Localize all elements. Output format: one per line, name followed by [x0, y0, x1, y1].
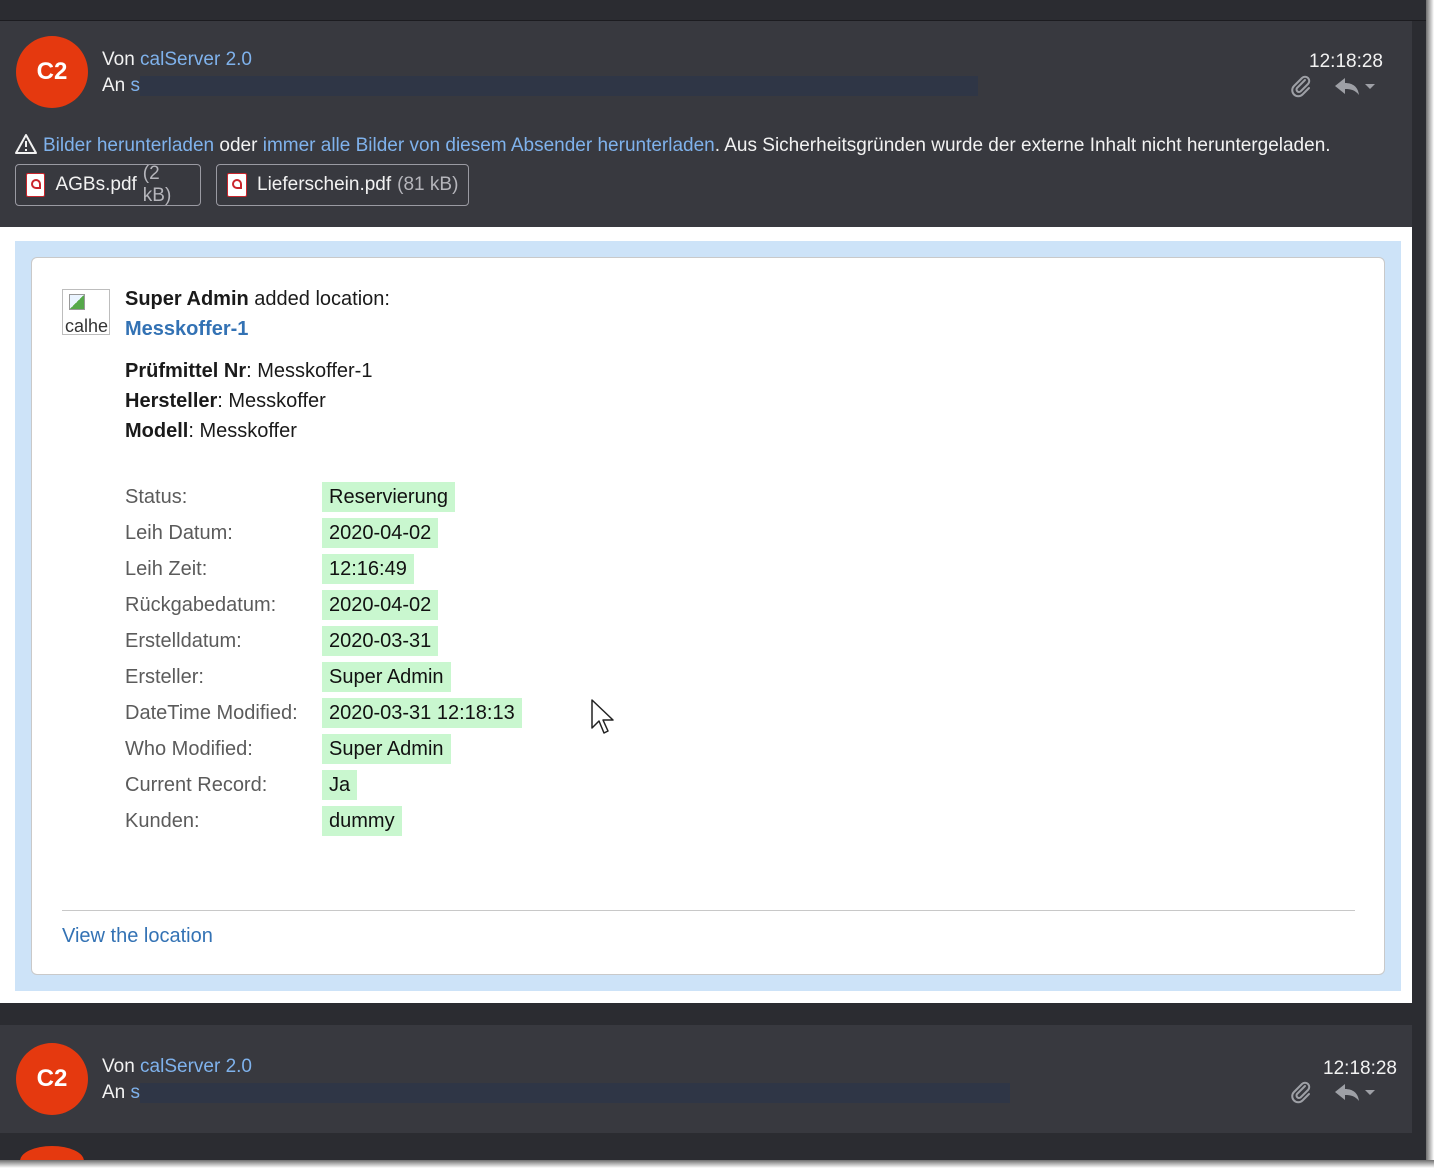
actor-name: Super Admin — [125, 288, 249, 310]
reply-icon — [1335, 1084, 1375, 1101]
to-line: An s — [102, 73, 979, 99]
row-label: Who Modified: — [125, 738, 253, 760]
location-title: Messkoffer-1 — [125, 318, 248, 341]
from-name-link[interactable]: calServer 2.0 — [140, 49, 252, 70]
reply-menu-button[interactable] — [1333, 1079, 1379, 1105]
attachment-name: Lieferschein.pdf — [257, 174, 392, 195]
row-label: Erstelldatum: — [125, 630, 242, 652]
sender-avatar: C2 — [16, 36, 88, 108]
row-value: Ja — [322, 770, 358, 800]
broken-logo-image: calhe — [62, 289, 110, 335]
warning-or: oder — [214, 135, 263, 156]
field-value: : Messkoffer-1 — [246, 360, 373, 382]
warning-icon — [15, 134, 37, 154]
row-value: 12:16:49 — [322, 554, 414, 584]
reply-icon — [1335, 78, 1375, 95]
field-label: Hersteller — [125, 390, 218, 412]
download-images-link[interactable]: Bilder herunterladen — [43, 135, 214, 156]
notification-card: calhe Super Admin added location: Messko… — [31, 257, 1385, 975]
paperclip-icon[interactable] — [1288, 1079, 1314, 1105]
mail-client-window: C2 Von calServer 2.0 An s 12:18:28 Bilde… — [0, 0, 1426, 1160]
mouse-cursor-icon — [590, 698, 616, 743]
row-value: 2020-04-02 — [322, 590, 439, 620]
to-label: An — [102, 1082, 126, 1103]
attachment-size: (2 kB) — [142, 163, 172, 206]
from-label: Von — [102, 49, 135, 70]
redacted-recipients — [140, 1082, 1011, 1103]
field-label: Prüfmittel Nr — [125, 360, 247, 382]
to-address-link[interactable]: s — [131, 1082, 141, 1103]
sender-info: Von calServer 2.0 An s — [102, 1054, 1011, 1106]
message-time: 12:18:28 — [1323, 1058, 1397, 1079]
from-label: Von — [102, 1056, 135, 1077]
row-value: 2020-03-31 — [322, 626, 439, 656]
row-value: 2020-04-02 — [322, 518, 439, 548]
field-pruefmittel: Prüfmittel Nr: Messkoffer-1 — [125, 360, 372, 383]
row-label: Leih Datum: — [125, 522, 233, 544]
pdf-icon — [26, 173, 46, 197]
from-name-link[interactable]: calServer 2.0 — [140, 1056, 252, 1077]
row-value: dummy — [322, 806, 402, 836]
broken-image-icon — [69, 294, 85, 310]
always-download-link[interactable]: immer alle Bilder von diesem Absender he… — [263, 135, 715, 156]
top-bar — [0, 0, 1426, 21]
sender-info: Von calServer 2.0 An s — [102, 47, 979, 99]
attachment-agbs[interactable]: AGBs.pdf (2 kB) — [15, 163, 201, 206]
to-address-link[interactable]: s — [131, 75, 141, 96]
from-line: Von calServer 2.0 — [102, 47, 978, 73]
attachment-size: (81 kB) — [397, 174, 459, 195]
field-label: Modell — [125, 420, 189, 442]
next-sender-avatar — [20, 1146, 84, 1160]
to-line: An s — [102, 1080, 1011, 1106]
external-content-warning: Bilder herunterladen oder immer alle Bil… — [14, 133, 1331, 157]
message-header-2: C2 Von calServer 2.0 An s 12:18:28 — [0, 1025, 1412, 1134]
location-name-link[interactable]: Messkoffer-1 — [125, 318, 248, 340]
view-location-link[interactable]: View the location — [62, 925, 213, 948]
message-time: 12:18:28 — [1309, 51, 1383, 72]
row-label: Ersteller: — [125, 666, 204, 688]
row-value: Super Admin — [322, 662, 451, 692]
paperclip-icon[interactable] — [1288, 73, 1314, 99]
from-line: Von calServer 2.0 — [102, 1054, 1010, 1080]
row-value: Reservierung — [322, 482, 455, 512]
row-label: Kunden: — [125, 810, 200, 832]
message-header: C2 Von calServer 2.0 An s 12:18:28 Bilde… — [0, 21, 1412, 227]
email-background: calhe Super Admin added location: Messko… — [15, 241, 1401, 991]
broken-image-alt: calhe — [65, 316, 109, 335]
field-hersteller: Hersteller: Messkoffer — [125, 390, 326, 413]
window-shadow-bottom — [0, 1160, 1434, 1168]
warning-text: . Aus Sicherheitsgründen wurde der exter… — [714, 135, 1331, 156]
row-value: Super Admin — [322, 734, 451, 764]
attachment-lieferschein[interactable]: Lieferschein.pdf (81 kB) — [216, 164, 469, 206]
message-separator — [0, 1003, 1412, 1025]
sender-avatar: C2 — [16, 1043, 88, 1115]
row-label: DateTime Modified: — [125, 702, 298, 724]
divider — [62, 910, 1355, 911]
reply-menu-button[interactable] — [1333, 73, 1379, 99]
attachment-name: AGBs.pdf — [55, 174, 137, 195]
row-label: Leih Zeit: — [125, 558, 208, 580]
row-value: 2020-03-31 12:18:13 — [322, 698, 522, 728]
message-body: calhe Super Admin added location: Messko… — [0, 227, 1412, 1003]
window-shadow-right — [1426, 0, 1434, 1160]
row-label: Status: — [125, 486, 188, 508]
to-label: An — [102, 75, 126, 96]
field-value: : Messkoffer — [188, 420, 297, 442]
activity-line: Super Admin added location: — [125, 288, 390, 311]
row-label: Current Record: — [125, 774, 268, 796]
action-text: added location: — [248, 288, 390, 310]
field-value: : Messkoffer — [217, 390, 326, 412]
pdf-icon — [227, 173, 247, 197]
row-label: Rückgabedatum: — [125, 594, 277, 616]
field-modell: Modell: Messkoffer — [125, 420, 297, 443]
redacted-recipients — [140, 75, 979, 96]
